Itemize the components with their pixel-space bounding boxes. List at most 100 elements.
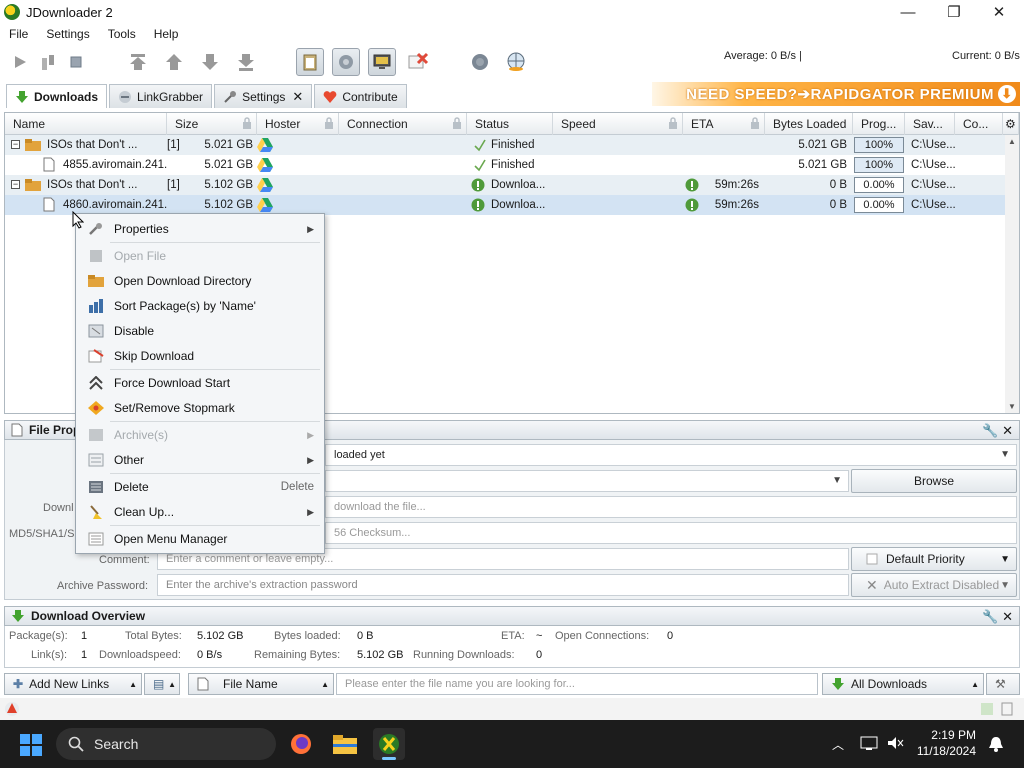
chevron-down-icon: ▼ (1000, 449, 1010, 460)
links-value: 1 (81, 649, 88, 661)
reconnect-button[interactable] (466, 48, 494, 76)
tab-settings-label: Settings (242, 89, 286, 104)
column-size-label: Size (175, 117, 199, 131)
menu-item-clean-up[interactable]: Clean Up... ▶ (76, 500, 324, 524)
windows-start-icon[interactable] (20, 734, 42, 756)
tab-settings[interactable]: Settings ✕ (214, 84, 313, 108)
add-new-links-button[interactable]: ✚ Add New Links ▲ (4, 673, 142, 695)
minimize-button[interactable]: — (885, 0, 931, 24)
table-row[interactable]: − ISOs that Don't ... [1] 5.102 GB Downl… (5, 175, 1005, 195)
table-row[interactable]: 4855.aviromain.241.. 5.021 GB Finished 5… (5, 155, 1005, 175)
column-connection[interactable]: Connection (339, 113, 467, 135)
column-status[interactable]: Status (467, 113, 553, 135)
taskbar-clock[interactable]: 2:19 PM 11/18/2024 (917, 727, 976, 759)
search-column-select[interactable]: File Name ▲ (188, 673, 334, 695)
tab-downloads[interactable]: Downloads (6, 84, 108, 108)
menu-item-disable[interactable]: Disable (76, 319, 324, 343)
collapse-icon[interactable]: − (11, 180, 20, 189)
tab-linkgrabber[interactable]: LinkGrabber (109, 84, 213, 108)
column-hoster[interactable]: Hoster (257, 113, 339, 135)
clipboard-observer-toggle[interactable] (296, 48, 324, 76)
clipboard-status-icon[interactable] (1000, 702, 1014, 716)
table-header: Name Size Hoster Connection Status Speed… (5, 113, 1019, 135)
silent-mode-toggle[interactable] (368, 48, 396, 76)
menu-help[interactable]: Help (145, 27, 188, 41)
refresh-icon[interactable] (980, 702, 994, 716)
column-speed[interactable]: Speed (553, 113, 683, 135)
menu-item-archives[interactable]: Archive(s) ▶ (76, 423, 324, 447)
menu-item-skip-download[interactable]: Skip Download (76, 344, 324, 368)
start-downloads-button[interactable] (6, 48, 34, 76)
download-from-field[interactable]: download the file... (325, 496, 1017, 518)
clear-window-button[interactable] (404, 48, 432, 76)
firefox-taskbar-icon[interactable] (285, 728, 317, 760)
column-size[interactable]: Size (167, 113, 257, 135)
menu-file[interactable]: File (0, 27, 37, 41)
filename-field[interactable]: loaded yet ▼ (325, 444, 1017, 466)
panel-settings-close-icons[interactable]: 🔧 ✕ (982, 609, 1013, 625)
update-button[interactable] (502, 48, 530, 76)
move-bottom-button[interactable] (232, 48, 260, 76)
browse-button[interactable]: Browse (851, 469, 1017, 493)
table-row[interactable]: − ISOs that Don't ... [1] 5.021 GB Finis… (5, 135, 1005, 155)
menu-item-delete[interactable]: Delete Delete (76, 475, 324, 499)
network-icon[interactable] (860, 735, 878, 751)
menu-item-open-download-directory[interactable]: Open Download Directory (76, 269, 324, 293)
file-explorer-taskbar-icon[interactable] (329, 728, 361, 760)
link-options-button[interactable]: ▤ ▲ (144, 673, 180, 695)
menu-item-force-download-start[interactable]: Force Download Start (76, 371, 324, 395)
menu-item-stopmark[interactable]: Set/Remove Stopmark (76, 396, 324, 420)
column-progress[interactable]: Prog... (853, 113, 905, 135)
column-eta[interactable]: ETA (683, 113, 765, 135)
waiting-status-icon (471, 198, 485, 212)
menu-item-open-file[interactable]: Open File (76, 244, 324, 268)
close-settings-tab-icon[interactable]: ✕ (292, 89, 303, 105)
notification-bell-icon[interactable] (988, 735, 1004, 753)
checksum-field[interactable]: 56 Checksum... (325, 522, 1017, 544)
bottom-settings-button[interactable]: ⚒ (986, 673, 1020, 695)
stop-downloads-button[interactable] (62, 48, 90, 76)
menu-item-sort-packages[interactable]: Sort Package(s) by 'Name' (76, 294, 324, 318)
scroll-up-icon[interactable]: ▲ (1008, 137, 1016, 146)
search-input[interactable]: Please enter the file name you are looki… (336, 673, 818, 695)
column-name[interactable]: Name (5, 113, 167, 135)
menu-item-properties[interactable]: Properties ▶ (76, 217, 324, 241)
menu-item-open-menu-manager[interactable]: Open Menu Manager (76, 527, 324, 551)
scroll-down-icon[interactable]: ▼ (1008, 402, 1016, 411)
maximize-button[interactable]: ❐ (931, 0, 977, 24)
tray-chevron-up-icon[interactable]: ︿ (832, 736, 844, 753)
pause-downloads-button[interactable] (34, 48, 62, 76)
reconnect-toggle[interactable] (332, 48, 360, 76)
menu-item-other[interactable]: Other ▶ (76, 448, 324, 472)
table-scrollbar[interactable]: ▲ ▼ (1005, 135, 1019, 413)
column-comment[interactable]: Co... (955, 113, 1003, 135)
priority-select[interactable]: Default Priority ▼ (851, 547, 1017, 571)
auto-extract-select[interactable]: ✕ Auto Extract Disabled ▼ (851, 573, 1017, 597)
row-save-to: C:\Use... (911, 159, 956, 171)
column-bytes-loaded[interactable]: Bytes Loaded (765, 113, 853, 135)
row-eta: 59m:26s (714, 199, 759, 211)
download-filter-select[interactable]: All Downloads ▲ (822, 673, 984, 695)
panel-settings-close-icons[interactable]: 🔧 ✕ (982, 423, 1013, 439)
context-menu: Properties ▶ Open File Open Download Dir… (75, 213, 325, 554)
column-save-to[interactable]: Sav... (905, 113, 955, 135)
collapse-icon[interactable]: − (11, 140, 20, 149)
tab-contribute[interactable]: Contribute (314, 84, 407, 108)
jdownloader-taskbar-icon[interactable] (373, 728, 405, 760)
move-up-button[interactable] (160, 48, 188, 76)
waiting-status-icon (471, 178, 485, 192)
updown-arrows-icon: ▲ (129, 679, 137, 689)
column-settings-icon[interactable]: ⚙ (1003, 113, 1019, 135)
menu-tools[interactable]: Tools (99, 27, 145, 41)
jdownloader-logo-icon (4, 4, 20, 20)
taskbar-search[interactable]: Search (56, 728, 276, 760)
premium-banner[interactable]: NEED SPEED?➔RAPIDGATOR PREMIUM ⬇ (652, 82, 1020, 106)
volume-muted-icon[interactable] (886, 735, 904, 751)
menu-settings[interactable]: Settings (37, 27, 98, 41)
table-row[interactable]: 4860.aviromain.241.. 5.102 GB Downloa...… (5, 195, 1005, 215)
close-button[interactable]: ✕ (976, 0, 1022, 24)
move-down-button[interactable] (196, 48, 224, 76)
move-top-button[interactable] (124, 48, 152, 76)
save-to-field[interactable]: ▼ (325, 470, 849, 492)
archive-password-field[interactable]: Enter the archive's extraction password (157, 574, 849, 596)
